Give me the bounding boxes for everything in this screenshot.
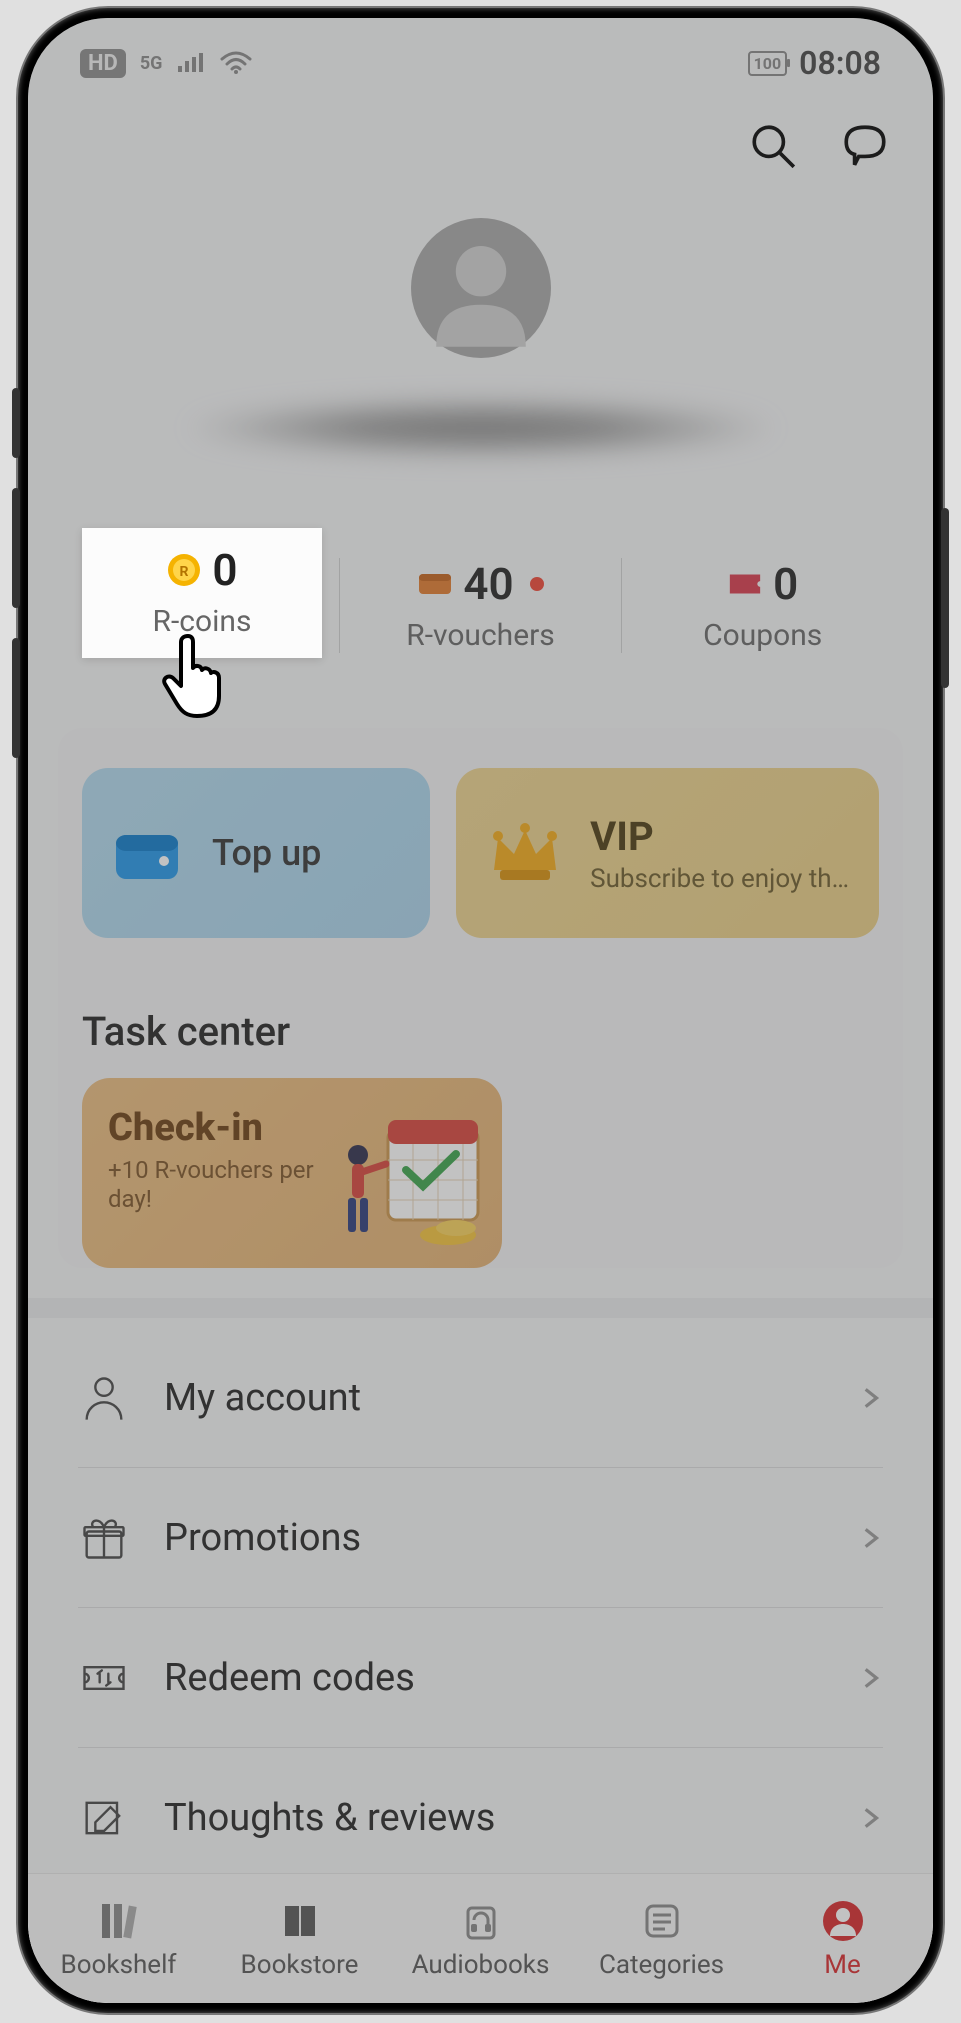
network-indicator: 5G: [140, 53, 163, 74]
chevron-right-icon: [857, 1385, 883, 1411]
phone-screen: HD 5G 100 08:08: [28, 18, 933, 2003]
chevron-right-icon: [857, 1805, 883, 1831]
search-icon: [748, 121, 798, 171]
tab-bar: Bookshelf Bookstore Audiobooks Categorie…: [28, 1873, 933, 2003]
bookshelf-icon: [96, 1898, 142, 1944]
chevron-right-icon: [857, 1525, 883, 1551]
tab-label: Me: [824, 1950, 861, 1980]
wallet-icon: [112, 821, 186, 885]
bookstore-icon: [277, 1898, 323, 1944]
rvouchers-value: 40: [463, 558, 513, 610]
categories-icon: [639, 1898, 685, 1944]
tab-label: Audiobooks: [412, 1950, 550, 1980]
coin-icon: R: [166, 552, 202, 588]
coupons-label: Coupons: [622, 618, 903, 653]
tab-label: Bookshelf: [61, 1950, 177, 1980]
phone-frame: HD 5G 100 08:08: [18, 8, 943, 2013]
rvouchers-label: R-vouchers: [340, 618, 621, 653]
section-divider: [28, 1298, 933, 1318]
menu-label: Promotions: [164, 1516, 823, 1560]
vip-title: VIP: [590, 813, 849, 860]
chat-bubble-icon: [840, 121, 890, 171]
tab-bookstore[interactable]: Bookstore: [209, 1874, 390, 2003]
checkin-title: Check-in: [108, 1106, 318, 1150]
hd-badge: HD: [80, 49, 126, 78]
tab-label: Categories: [599, 1950, 724, 1980]
menu-label: My account: [164, 1376, 823, 1420]
coupons-value: 0: [773, 558, 798, 610]
crown-icon: [486, 820, 564, 886]
topup-title: Top up: [212, 832, 321, 874]
me-icon: [820, 1898, 866, 1944]
menu-label: Redeem codes: [164, 1656, 823, 1700]
review-icon: [78, 1792, 130, 1844]
wallet-rvouchers[interactable]: 40 R-vouchers: [340, 538, 621, 673]
search-button[interactable]: [745, 118, 801, 174]
messages-button[interactable]: [837, 118, 893, 174]
menu-label: Thoughts & reviews: [164, 1796, 823, 1840]
chevron-right-icon: [857, 1665, 883, 1691]
ticket-icon: [78, 1652, 130, 1704]
topup-card[interactable]: Top up: [82, 768, 430, 938]
checkin-subtitle: +10 R-vouchers per day!: [108, 1156, 318, 1214]
wifi-icon: [220, 51, 252, 75]
menu-my-account[interactable]: My account: [78, 1328, 883, 1468]
status-bar: HD 5G 100 08:08: [28, 18, 933, 108]
phone-side-button: [12, 488, 20, 608]
vip-card[interactable]: VIP Subscribe to enjoy th…: [456, 768, 879, 938]
tab-categories[interactable]: Categories: [571, 1874, 752, 2003]
username-blurred: [181, 398, 781, 458]
checkin-card[interactable]: Check-in +10 R-vouchers per day!: [82, 1078, 502, 1268]
gift-icon: [78, 1512, 130, 1564]
task-center-heading: Task center: [82, 1008, 290, 1055]
phone-side-button: [941, 508, 949, 688]
audiobooks-icon: [458, 1898, 504, 1944]
battery-icon: 100: [748, 51, 788, 76]
menu-redeem-codes[interactable]: Redeem codes: [78, 1608, 883, 1748]
tab-me[interactable]: Me: [752, 1874, 933, 2003]
person-icon: [78, 1372, 130, 1424]
checkin-illustration: [328, 1100, 488, 1250]
tab-bookshelf[interactable]: Bookshelf: [28, 1874, 209, 2003]
rcoins-value: 0: [212, 544, 237, 596]
coupon-icon: [727, 566, 763, 602]
wallet-coupons[interactable]: 0 Coupons: [622, 538, 903, 673]
voucher-icon: [417, 566, 453, 602]
pointer-hand-icon: [158, 628, 238, 718]
tab-label: Bookstore: [241, 1950, 359, 1980]
tab-audiobooks[interactable]: Audiobooks: [390, 1874, 571, 2003]
svg-text:R: R: [180, 564, 189, 580]
menu-thoughts-reviews[interactable]: Thoughts & reviews: [78, 1748, 883, 1888]
notification-dot: [530, 577, 544, 591]
menu-promotions[interactable]: Promotions: [78, 1468, 883, 1608]
phone-side-button: [12, 638, 20, 758]
clock: 08:08: [799, 44, 881, 82]
signal-icon: [176, 52, 206, 74]
menu-list: My account Promotions Redeem codes Thoug…: [78, 1328, 883, 1888]
avatar-icon: [411, 218, 551, 358]
phone-side-button: [12, 388, 20, 458]
vip-subtitle: Subscribe to enjoy th…: [590, 864, 849, 894]
avatar[interactable]: [411, 218, 551, 358]
